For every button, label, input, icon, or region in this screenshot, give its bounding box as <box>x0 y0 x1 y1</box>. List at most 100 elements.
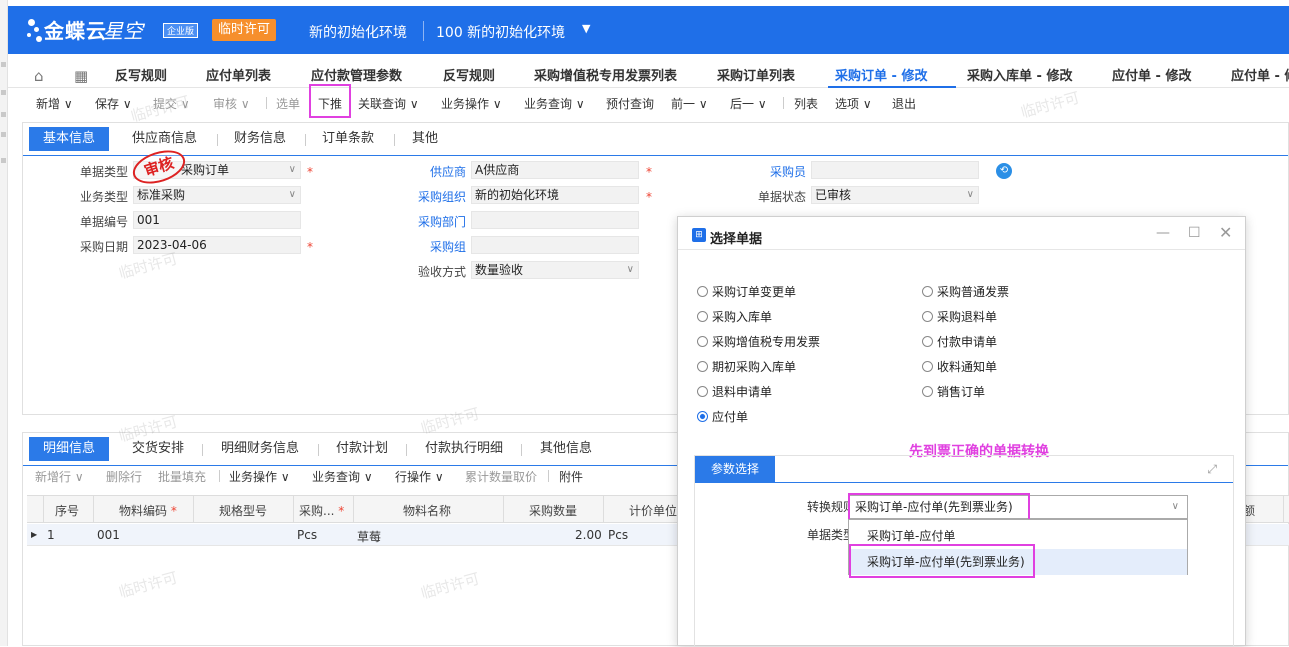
close-icon[interactable]: ✕ <box>1219 223 1232 242</box>
tab-detail-finance[interactable]: 明细财务信息 <box>221 437 299 461</box>
tab-receipt-edit[interactable]: 采购入库单 - 修改 <box>967 65 1072 84</box>
tab-po-list[interactable]: 采购订单列表 <box>717 65 795 84</box>
radio-initial-receipt[interactable]: 期初采购入库单 <box>697 358 796 375</box>
col-purchase-unit[interactable]: 采购... * <box>299 502 344 519</box>
acceptance-method-field[interactable]: 数量验收 ∨ <box>471 261 639 279</box>
organization-selector[interactable]: 100 新的初始化环境 <box>436 22 565 42</box>
required-marker: * <box>646 190 652 204</box>
save-button[interactable]: 保存 ∨ <box>95 95 132 112</box>
row-business-query-button[interactable]: 业务查询 ∨ <box>312 468 373 485</box>
tab-payable-edit[interactable]: 应付单 - 修改 <box>1112 65 1191 84</box>
audit-button[interactable]: 审核 ∨ <box>213 95 250 112</box>
cell-seq[interactable]: 1 <box>47 528 55 542</box>
tab-writeback-rule-2[interactable]: 反写规则 <box>443 65 495 84</box>
col-divider <box>353 496 354 522</box>
cumulative-price-button[interactable]: 累计数量取价 <box>465 468 537 485</box>
cell-price-unit[interactable]: Pcs <box>608 528 628 542</box>
purchase-date-field[interactable]: 2023-04-06 <box>133 236 301 254</box>
purchase-org-label[interactable]: 采购组织 <box>386 188 466 205</box>
supplier-label[interactable]: 供应商 <box>386 163 466 180</box>
purchase-org-field[interactable]: 新的初始化环境 <box>471 186 639 204</box>
next-button[interactable]: 后一 ∨ <box>730 95 767 112</box>
temporary-license-button[interactable]: 临时许可 <box>212 19 277 41</box>
submit-button[interactable]: 提交 ∨ <box>153 95 190 112</box>
cell-material-code[interactable]: 001 <box>97 528 120 542</box>
bill-status-field[interactable]: 已审核 ∨ <box>811 186 979 204</box>
purchase-dept-field[interactable] <box>471 211 639 229</box>
tab-writeback-rule[interactable]: 反写规则 <box>115 65 167 84</box>
select-bill-button[interactable]: 选单 <box>276 95 300 112</box>
row-operation-button[interactable]: 行操作 ∨ <box>395 468 444 485</box>
home-icon[interactable]: ⌂ <box>34 67 44 85</box>
row-business-op-button[interactable]: 业务操作 ∨ <box>229 468 290 485</box>
tab-finance-info[interactable]: 财务信息 <box>234 127 286 151</box>
apps-grid-icon[interactable]: ▦ <box>74 67 88 85</box>
maximize-icon[interactable]: ☐ <box>1188 225 1201 241</box>
previous-button[interactable]: 前一 ∨ <box>671 95 708 112</box>
radio-purchase-receipt[interactable]: 采购入库单 <box>697 308 772 325</box>
col-purchase-qty[interactable]: 采购数量 <box>529 502 577 519</box>
radio-payable[interactable]: 应付单 <box>697 408 748 425</box>
col-divider <box>603 496 604 522</box>
tab-supplier-info[interactable]: 供应商信息 <box>132 127 197 151</box>
purchase-dept-label[interactable]: 采购部门 <box>386 213 466 230</box>
tab-basic-info[interactable]: 基本信息 <box>29 127 110 151</box>
tab-payment-exec[interactable]: 付款执行明细 <box>425 437 503 461</box>
col-spec[interactable]: 规格型号 <box>219 502 267 519</box>
tab-payment-plan[interactable]: 付款计划 <box>336 437 388 461</box>
cell-material-name[interactable]: 草莓 <box>357 528 381 545</box>
org-dropdown-icon[interactable]: ▼ <box>582 22 590 35</box>
expand-icon[interactable]: ⤢ <box>1207 462 1217 477</box>
radio-po-change[interactable]: 采购订单变更单 <box>697 283 796 300</box>
row-pointer-icon: ▶ <box>31 530 38 539</box>
tab-vat-invoice-list[interactable]: 采购增值税专用发票列表 <box>534 65 677 84</box>
supplier-field[interactable]: A供应商 <box>471 161 639 179</box>
purchase-group-field[interactable] <box>471 236 639 254</box>
delete-row-button[interactable]: 删除行 <box>106 468 142 485</box>
attachment-button[interactable]: 附件 <box>559 468 583 485</box>
tab-po-edit[interactable]: 采购订单 - 修改 <box>835 65 927 84</box>
prepay-query-button[interactable]: 预付查询 <box>606 95 654 112</box>
tab-delivery[interactable]: 交货安排 <box>132 437 184 461</box>
radio-payment-request[interactable]: 付款申请单 <box>922 333 997 350</box>
buyer-field[interactable] <box>811 161 979 179</box>
purchase-group-label[interactable]: 采购组 <box>386 238 466 255</box>
tab-payable-list[interactable]: 应付单列表 <box>206 65 271 84</box>
radio-vat-invoice[interactable]: 采购增值税专用发票 <box>697 333 820 350</box>
tab-parameter-select[interactable]: 参数选择 <box>695 456 776 482</box>
link-icon[interactable]: ⟲ <box>996 163 1012 179</box>
tab-detail-info[interactable]: 明细信息 <box>29 437 110 461</box>
col-material-name[interactable]: 物料名称 <box>403 502 451 519</box>
business-operation-button[interactable]: 业务操作 ∨ <box>441 95 502 112</box>
related-query-button[interactable]: 关联查询 ∨ <box>358 95 419 112</box>
radio-sales-order[interactable]: 销售订单 <box>922 383 985 400</box>
col-price-unit[interactable]: 计价单位 <box>629 502 677 519</box>
radio-return-request[interactable]: 退料申请单 <box>697 383 772 400</box>
radio-purchase-return[interactable]: 采购退料单 <box>922 308 997 325</box>
bill-type-label: 单据类型 <box>79 165 128 179</box>
tab-other-info[interactable]: 其他信息 <box>540 437 592 461</box>
list-button[interactable]: 列表 <box>794 95 818 112</box>
business-query-button[interactable]: 业务查询 ∨ <box>524 95 585 112</box>
radio-normal-invoice[interactable]: 采购普通发票 <box>922 283 1009 300</box>
bill-number-field[interactable]: 001 <box>133 211 301 229</box>
environment-name[interactable]: 新的初始化环境 <box>309 22 407 42</box>
cell-qty[interactable]: 2.00 <box>575 528 602 542</box>
batch-fill-button[interactable]: 批量填充 <box>158 468 206 485</box>
required-marker: * <box>646 165 652 179</box>
tab-order-terms[interactable]: 订单条款 <box>322 127 374 151</box>
options-button[interactable]: 选项 ∨ <box>835 95 872 112</box>
tab-ap-params[interactable]: 应付款管理参数 <box>311 65 402 84</box>
buyer-label[interactable]: 采购员 <box>726 163 806 180</box>
tab-payable-edit-2[interactable]: 应付单 - 修 <box>1231 65 1289 84</box>
radio-receiving-notice[interactable]: 收料通知单 <box>922 358 997 375</box>
business-type-field[interactable]: 标准采购 ∨ <box>133 186 301 204</box>
new-button[interactable]: 新增 ∨ <box>36 95 73 112</box>
add-row-button[interactable]: 新增行 ∨ <box>35 468 84 485</box>
minimize-icon[interactable]: — <box>1156 225 1170 241</box>
exit-button[interactable]: 退出 <box>892 95 916 112</box>
col-material-code[interactable]: 物料编码 * <box>119 502 177 519</box>
col-seq[interactable]: 序号 <box>55 502 79 519</box>
cell-unit[interactable]: Pcs <box>297 528 317 542</box>
tab-other[interactable]: 其他 <box>412 127 438 151</box>
